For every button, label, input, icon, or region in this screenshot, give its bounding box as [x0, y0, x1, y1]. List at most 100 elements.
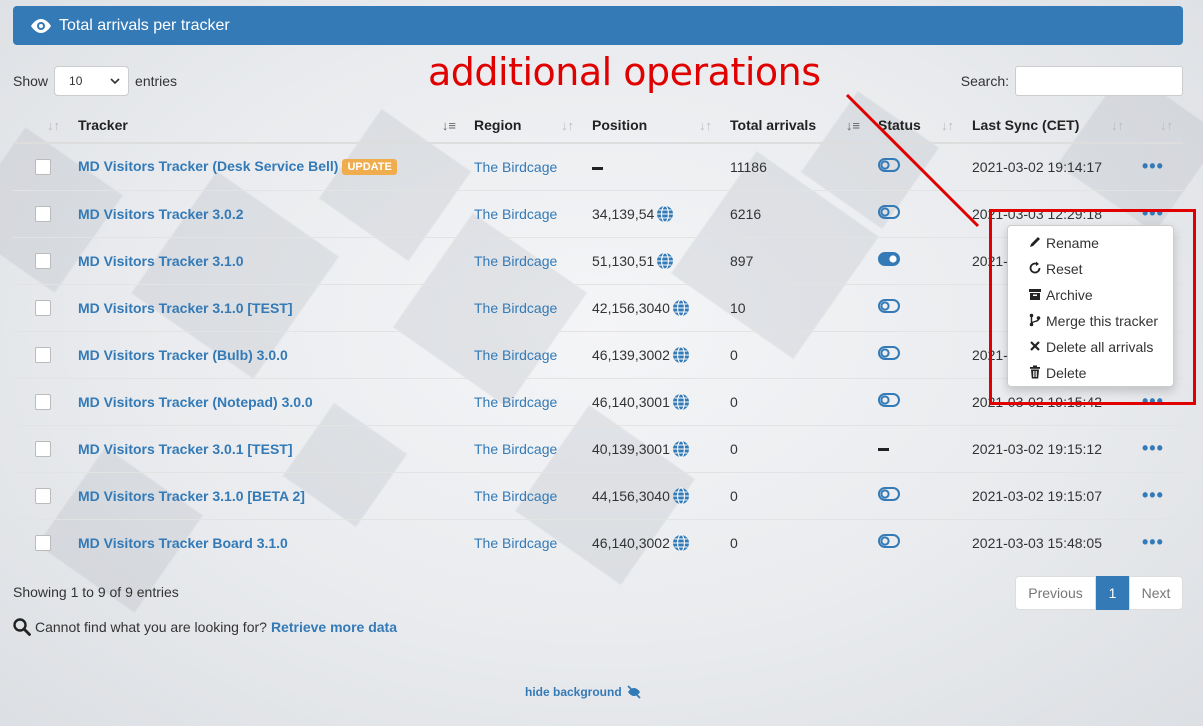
tracker-link[interactable]: MD Visitors Tracker 3.0.2 [78, 206, 244, 222]
globe-icon [672, 486, 689, 505]
entries-label: entries [135, 73, 178, 89]
row-checkbox[interactable] [35, 346, 51, 363]
row-checkbox[interactable] [35, 299, 51, 316]
sort-icon: ↓↑ [1111, 118, 1124, 133]
region-link[interactable]: The Birdcage [474, 253, 557, 269]
total-arrivals-column-header[interactable]: Total arrivals ↓≡ [722, 108, 870, 144]
total-arrivals-value: 897 [730, 252, 754, 269]
region-link[interactable]: The Birdcage [474, 394, 557, 410]
total-arrivals-value: 11186 [730, 158, 767, 175]
region-link[interactable]: The Birdcage [474, 300, 557, 316]
status-toggle[interactable] [878, 346, 900, 363]
select-column-header[interactable]: ↓↑ [13, 108, 70, 144]
position-value: 40,139,3001 [592, 440, 670, 457]
status-toggle[interactable] [878, 299, 900, 316]
last-sync-value: 2021-03-02 19:14:17 [972, 158, 1102, 175]
globe-icon [672, 392, 689, 411]
more-options-icon[interactable]: ••• [1142, 485, 1164, 505]
search-input[interactable] [1015, 66, 1183, 96]
region-link[interactable]: The Birdcage [474, 206, 557, 222]
chevron-down-icon [110, 78, 120, 84]
retrieve-more-link[interactable]: Retrieve more data [271, 619, 397, 635]
annotation-text: additional operations [428, 50, 821, 94]
position-value: 34,139,54 [592, 205, 655, 222]
row-checkbox[interactable] [35, 393, 51, 410]
more-options-icon[interactable]: ••• [1142, 156, 1164, 176]
status-toggle[interactable] [878, 205, 900, 222]
page-1-button[interactable]: 1 [1096, 576, 1129, 610]
hide-background-link[interactable]: hide background [525, 685, 642, 699]
dash-icon [878, 448, 889, 452]
status-toggle[interactable] [878, 252, 900, 269]
toggle-off-icon [878, 534, 900, 549]
eye-icon [31, 18, 51, 33]
row-checkbox[interactable] [35, 205, 51, 222]
last-sync-column-header[interactable]: Last Sync (CET) ↓↑ [964, 108, 1134, 144]
region-link[interactable]: The Birdcage [474, 347, 557, 363]
show-label: Show [13, 73, 49, 89]
position-value: 42,156,3040 [592, 299, 670, 316]
previous-page-button[interactable]: Previous [1015, 576, 1096, 610]
highlight-box [989, 209, 1196, 405]
tracker-link[interactable]: MD Visitors Tracker 3.1.0 [BETA 2] [78, 488, 305, 504]
status-toggle[interactable] [878, 393, 900, 410]
row-checkbox[interactable] [35, 158, 51, 175]
more-options-icon[interactable]: ••• [1142, 532, 1164, 552]
eye-slash-icon [627, 685, 641, 699]
globe-icon [672, 345, 689, 364]
region-link[interactable]: The Birdcage [474, 159, 557, 175]
status-toggle[interactable] [878, 487, 900, 504]
row-checkbox[interactable] [35, 534, 51, 551]
panel-title: Total arrivals per tracker [59, 16, 230, 34]
entries-select[interactable]: 10 [54, 66, 130, 96]
tracker-link[interactable]: MD Visitors Tracker Board 3.1.0 [78, 535, 288, 551]
row-checkbox[interactable] [35, 440, 51, 457]
status-column-header[interactable]: Status ↓↑ [870, 108, 964, 144]
tracker-link[interactable]: MD Visitors Tracker (Desk Service Bell) [78, 158, 338, 174]
total-arrivals-value: 0 [730, 393, 738, 410]
region-link[interactable]: The Birdcage [474, 488, 557, 504]
search-label: Search: [960, 73, 1009, 89]
toggle-off-icon [878, 346, 900, 360]
position-value: 46,139,3002 [592, 346, 670, 363]
tracker-link[interactable]: MD Visitors Tracker (Bulb) 3.0.0 [78, 347, 288, 363]
toggle-off-icon [878, 487, 900, 501]
globe-icon [657, 251, 674, 270]
globe-icon [672, 298, 689, 317]
status-toggle[interactable] [878, 534, 900, 551]
sort-icon: ↓↑ [561, 118, 574, 133]
toggle-off-icon [878, 205, 900, 219]
tracker-column-header[interactable]: Tracker ↓≡ [70, 108, 466, 144]
total-arrivals-value: 6216 [730, 205, 762, 222]
row-checkbox[interactable] [35, 252, 51, 269]
position-value: 51,130,51 [592, 252, 655, 269]
region-column-header[interactable]: Region ↓↑ [466, 108, 584, 144]
last-sync-value: 2021-03-02 19:15:12 [972, 440, 1102, 457]
tracker-link[interactable]: MD Visitors Tracker 3.1.0 [78, 253, 244, 269]
sort-ascending-icon: ↓≡ [441, 118, 456, 133]
hide-background-label: hide background [525, 685, 622, 699]
search-control: Search: [961, 66, 1183, 96]
globe-icon [672, 534, 689, 552]
more-options-icon[interactable]: ••• [1142, 438, 1164, 458]
pagination: Previous 1 Next [1015, 576, 1183, 610]
position-column-header[interactable]: Position ↓↑ [584, 108, 722, 144]
total-arrivals-value: 0 [730, 440, 738, 457]
search-icon [13, 618, 31, 636]
tracker-link[interactable]: MD Visitors Tracker (Notepad) 3.0.0 [78, 394, 313, 410]
toggle-off-icon [878, 299, 900, 313]
next-page-button[interactable]: Next [1129, 576, 1183, 610]
globe-icon [657, 204, 674, 223]
sort-icon: ↓↑ [1160, 118, 1173, 133]
status-toggle[interactable] [878, 158, 900, 175]
table-row: MD Visitors Tracker Board 3.1.0 The Bird… [13, 518, 1183, 566]
row-checkbox[interactable] [35, 487, 51, 504]
position-value: 44,156,3040 [592, 487, 670, 504]
region-link[interactable]: The Birdcage [474, 535, 557, 551]
total-arrivals-value: 0 [730, 487, 738, 504]
tracker-link[interactable]: MD Visitors Tracker 3.1.0 [TEST] [78, 300, 293, 316]
sort-descending-icon: ↓≡ [845, 118, 860, 133]
tracker-link[interactable]: MD Visitors Tracker 3.0.1 [TEST] [78, 441, 293, 457]
region-link[interactable]: The Birdcage [474, 441, 557, 457]
toggle-off-icon [878, 393, 900, 407]
